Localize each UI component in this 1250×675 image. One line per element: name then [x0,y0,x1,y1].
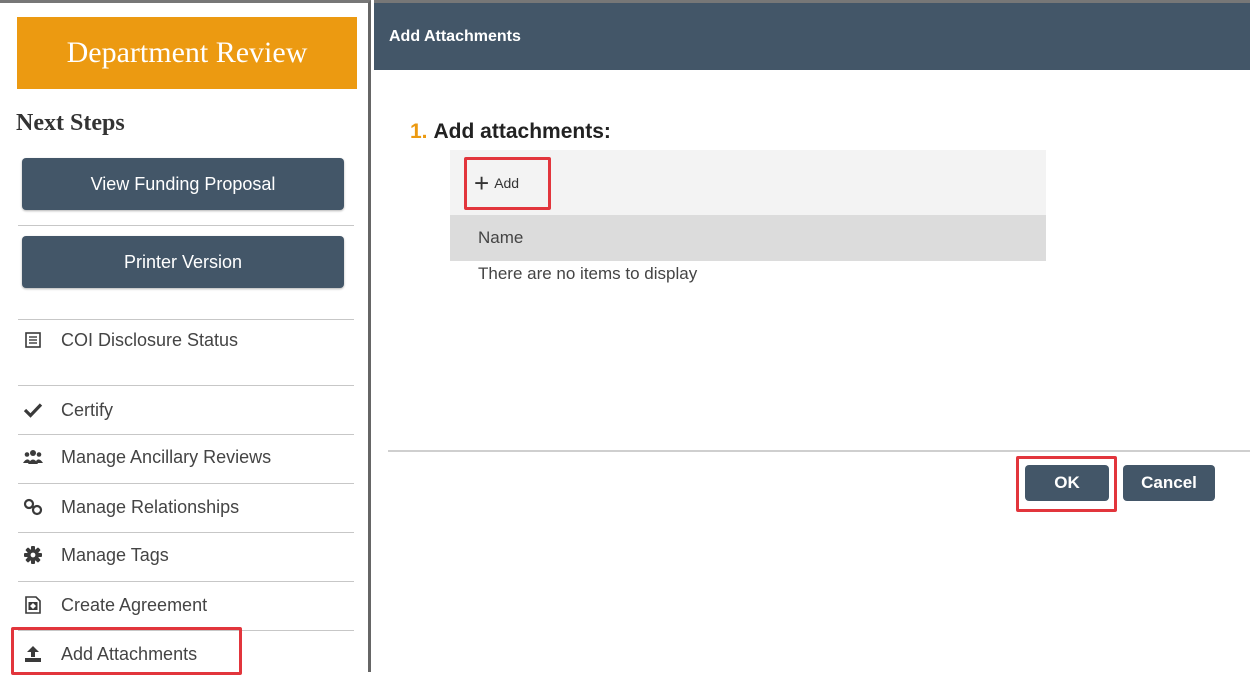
divider [18,434,354,435]
dialog-title: Add Attachments [374,3,1250,70]
printer-version-button[interactable]: Printer Version [22,236,344,288]
divider [18,532,354,533]
sidebar-action-label: Manage Tags [61,544,169,565]
sidebar-action-label: Create Agreement [61,594,208,615]
divider [18,385,354,386]
highlight-box [1016,456,1117,512]
sidebar-action-manage-ancillary-reviews[interactable]: Manage Ancillary Reviews [22,442,352,472]
sidebar-action-label: COI Disclosure Status [61,329,239,350]
sidebar-action-label: Manage Ancillary Reviews [61,446,272,467]
step-label: Add attachments: [433,120,611,143]
link-icon [22,496,44,518]
step-title: 1. Add attachments: [410,120,611,144]
divider [18,225,354,226]
users-icon [22,446,44,468]
sidebar-action-certify[interactable]: Certify [22,395,352,425]
state-banner: Department Review [17,17,357,89]
divider [18,581,354,582]
sidebar-action-label: Manage Relationships [61,496,240,517]
highlight-box [464,157,551,210]
document-icon [22,594,44,616]
view-funding-proposal-button[interactable]: View Funding Proposal [22,158,344,210]
sidebar-action-create-agreement[interactable]: Create Agreement [22,590,352,620]
divider [18,483,354,484]
highlight-box [11,627,242,675]
checkmark-icon [22,399,44,421]
next-steps-heading: Next Steps [16,110,125,136]
sidebar-action-coi-disclosure-status[interactable]: COI Disclosure Status [22,325,352,355]
list-icon [22,329,44,351]
gear-icon [22,544,44,566]
empty-table-message: There are no items to display [478,264,698,283]
step-number: 1. [410,120,428,143]
sidebar: Department Review Next Steps View Fundin… [0,0,371,675]
cancel-button[interactable]: Cancel [1123,465,1215,501]
divider [18,319,354,320]
dialog-footer-divider [388,450,1250,452]
sidebar-action-manage-relationships[interactable]: Manage Relationships [22,492,352,522]
sidebar-action-label: Certify [61,399,114,420]
table-header-name[interactable]: Name [450,215,1046,261]
sidebar-action-manage-tags[interactable]: Manage Tags [22,540,352,570]
